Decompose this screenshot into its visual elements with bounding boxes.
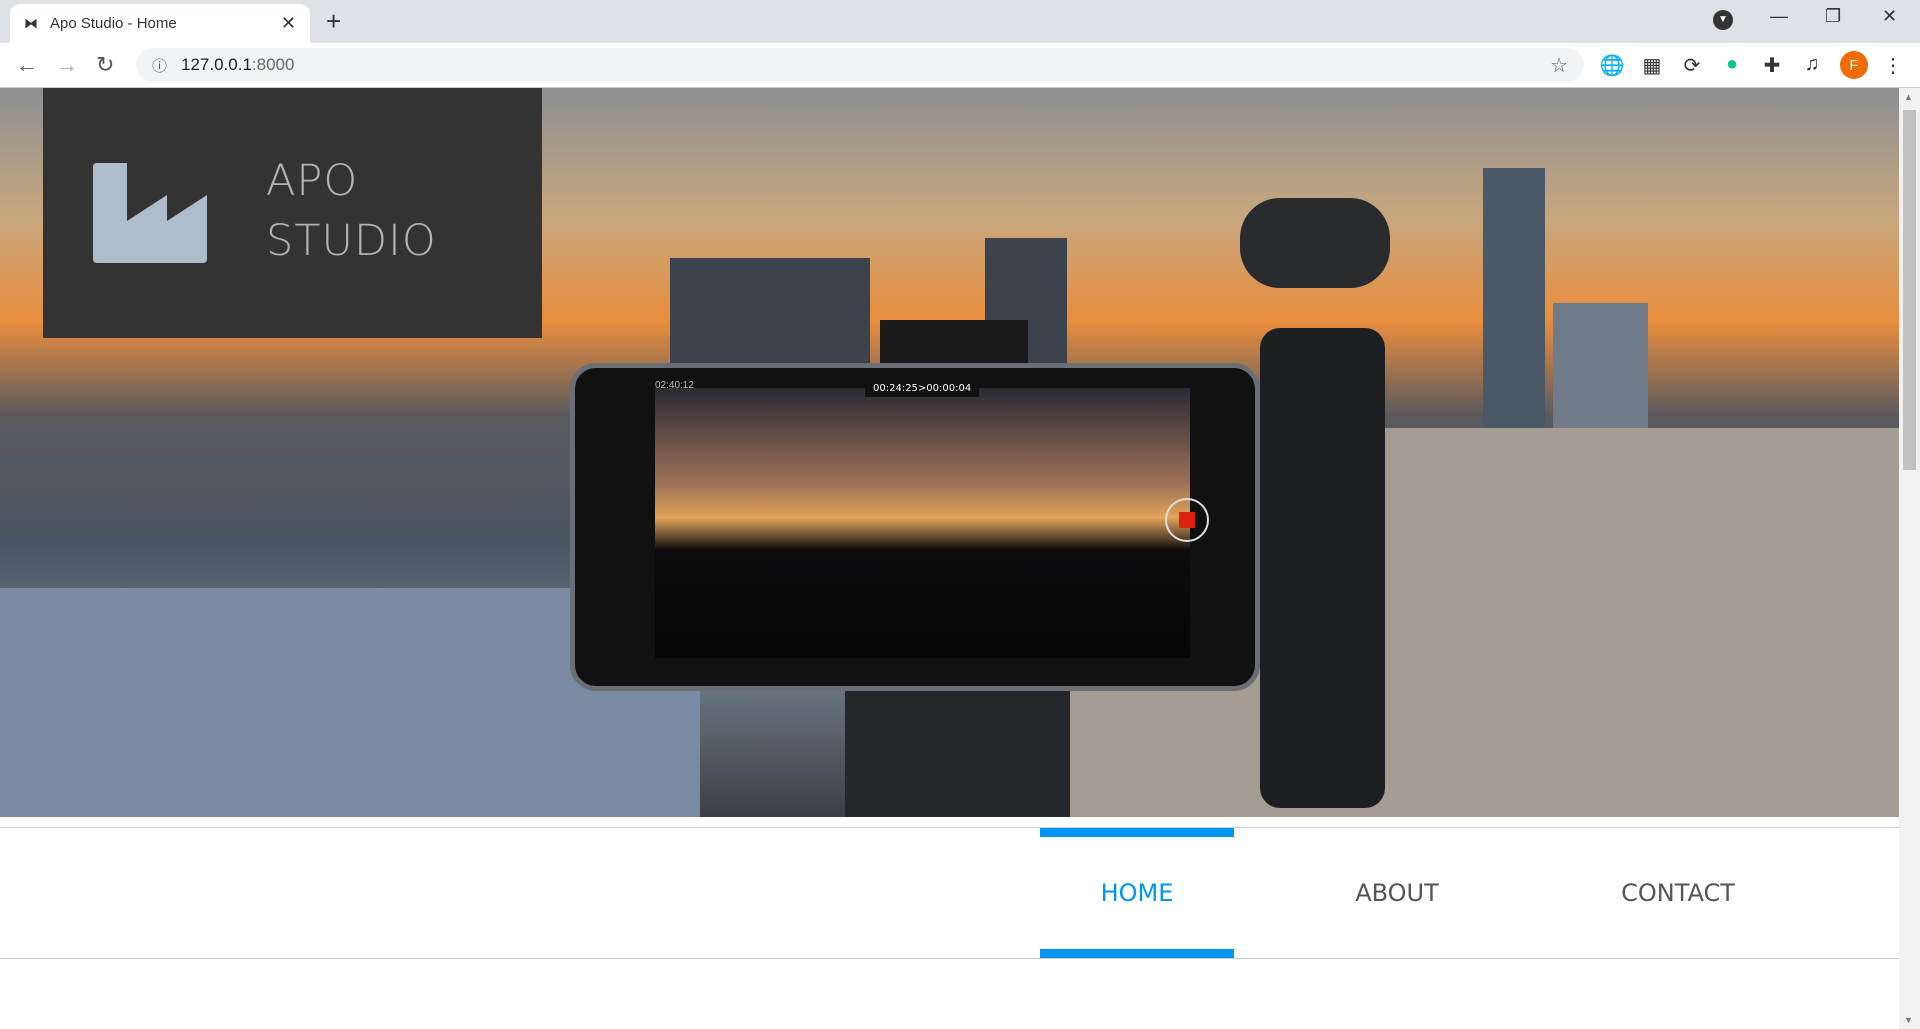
factory-icon bbox=[93, 163, 207, 263]
sync-icon[interactable]: ⟳ bbox=[1679, 53, 1705, 78]
restore-icon[interactable]: ❐ bbox=[1825, 6, 1841, 27]
close-tab-icon[interactable]: ✕ bbox=[281, 13, 296, 34]
logo-text-line2: STUDIO bbox=[266, 216, 437, 266]
info-icon[interactable]: ⓘ bbox=[152, 55, 167, 76]
record-time: 00:24:25>00:00:04 bbox=[865, 380, 980, 397]
profile-avatar[interactable]: F bbox=[1840, 51, 1868, 79]
scroll-down-icon[interactable]: ▼ bbox=[1904, 1015, 1913, 1025]
browser-toolbar: ← → ↻ ⓘ 127.0.0.1:8000 ☆ 🌐 ▦ ⟳ ● ✚ ♫ F ⋮ bbox=[0, 43, 1920, 88]
grid-icon[interactable]: ▦ bbox=[1639, 53, 1665, 78]
scrollbar[interactable]: ▲ ▼ bbox=[1899, 88, 1920, 1029]
minimize-icon[interactable]: — bbox=[1770, 6, 1788, 27]
bowtie-favicon-icon: ⧓ bbox=[24, 15, 38, 31]
puzzle-icon[interactable]: ✚ bbox=[1759, 53, 1785, 78]
address-bar[interactable]: ⓘ 127.0.0.1:8000 ☆ bbox=[136, 48, 1584, 82]
idm-icon[interactable]: 🌐 bbox=[1599, 53, 1625, 78]
tab-bar: ⧓ Apo Studio - Home ✕ + ▼ — ❐ ✕ bbox=[0, 0, 1920, 43]
record-button-icon bbox=[1165, 498, 1209, 542]
logo-text-line1: APO bbox=[266, 156, 359, 206]
remaining-time: 02:40:12 bbox=[655, 380, 694, 391]
new-tab-icon[interactable]: + bbox=[326, 6, 341, 37]
nav-home[interactable]: HOME bbox=[1040, 828, 1234, 958]
reload-icon[interactable]: ↻ bbox=[96, 52, 114, 78]
forward-icon[interactable]: → bbox=[56, 52, 78, 78]
tab-title: Apo Studio - Home bbox=[50, 15, 177, 32]
tab-search-icon[interactable]: ▼ bbox=[1713, 10, 1733, 30]
media-icon[interactable]: ♫ bbox=[1799, 53, 1825, 76]
close-window-icon[interactable]: ✕ bbox=[1882, 6, 1897, 27]
main-nav: HOME ABOUT CONTACT bbox=[0, 827, 1899, 959]
menu-icon[interactable]: ⋮ bbox=[1880, 53, 1906, 78]
url-host: 127.0.0.1 bbox=[181, 55, 252, 74]
back-icon[interactable]: ← bbox=[16, 52, 38, 78]
url-port: :8000 bbox=[251, 55, 295, 74]
phone-display: 02:40:12 00:24:25>00:00:04 bbox=[570, 363, 1260, 691]
scrollbar-thumb[interactable] bbox=[1903, 110, 1916, 470]
browser-tab[interactable]: ⧓ Apo Studio - Home ✕ bbox=[10, 4, 310, 43]
bookmark-star-icon[interactable]: ☆ bbox=[1550, 53, 1568, 78]
nav-about[interactable]: ABOUT bbox=[1300, 828, 1494, 958]
scroll-up-icon[interactable]: ▲ bbox=[1904, 92, 1913, 102]
nav-contact[interactable]: CONTACT bbox=[1581, 828, 1775, 958]
grammarly-icon[interactable]: ● bbox=[1719, 53, 1745, 76]
site-logo[interactable]: APO STUDIO bbox=[43, 88, 542, 338]
